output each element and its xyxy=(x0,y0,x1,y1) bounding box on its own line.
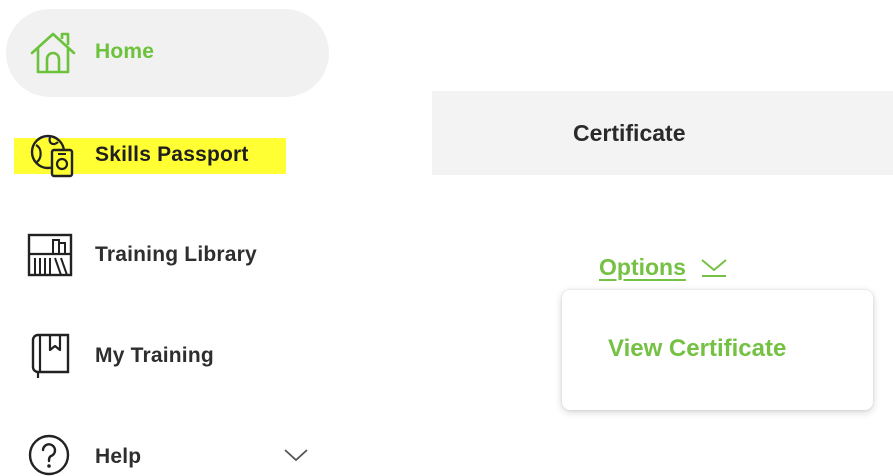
skills-passport-icon xyxy=(28,132,78,185)
sidebar-item-label: Home xyxy=(95,40,155,63)
my-training-icon xyxy=(30,332,72,385)
sidebar-item-my-training[interactable]: My Training xyxy=(0,332,300,382)
view-certificate-menu-item[interactable]: View Certificate xyxy=(608,335,786,363)
certificate-header: Certificate xyxy=(432,91,893,175)
sidebar-item-label: Help xyxy=(95,445,142,468)
sidebar-item-label: Training Library xyxy=(95,243,257,266)
page: Home Skills Passport Training Library My… xyxy=(0,0,893,476)
training-library-icon xyxy=(27,232,75,283)
home-icon xyxy=(28,31,78,80)
sidebar-item-label: Skills Passport xyxy=(95,143,249,166)
sidebar-item-help[interactable]: Help xyxy=(0,432,320,476)
chevron-down-icon xyxy=(700,256,728,283)
options-label[interactable]: Options xyxy=(599,254,686,281)
sidebar-item-skills-passport[interactable]: Skills Passport xyxy=(0,134,300,178)
sidebar-item-label: My Training xyxy=(95,344,214,367)
certificate-title: Certificate xyxy=(573,120,686,146)
sidebar-item-training-library[interactable]: Training Library xyxy=(0,232,300,282)
options-dropdown-toggle[interactable]: Options xyxy=(599,254,728,281)
options-menu: View Certificate xyxy=(562,290,873,410)
chevron-down-icon[interactable] xyxy=(283,448,309,467)
help-icon xyxy=(27,432,73,476)
sidebar-item-home[interactable]: Home xyxy=(6,9,329,97)
